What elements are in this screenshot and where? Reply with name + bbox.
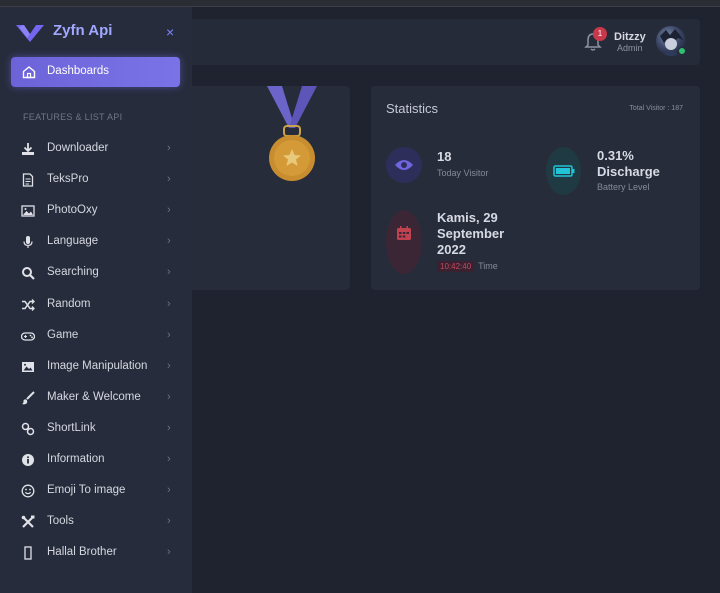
logo-icon[interactable]	[16, 23, 44, 43]
statistics-card: Statistics Total Visitor : 187 18 Today …	[371, 86, 700, 290]
battery-value: 0.31% Discharge	[597, 148, 660, 179]
picture-icon	[22, 362, 34, 372]
sidebar-item-information[interactable]: Information ›	[0, 448, 192, 472]
sidebar-item-tools[interactable]: Tools ›	[0, 510, 192, 534]
sidebar-item-dashboards[interactable]: Dashboards	[11, 57, 180, 87]
statistics-title: Statistics	[386, 101, 439, 116]
battery-icon	[546, 147, 581, 195]
chevron-right-icon: ›	[167, 422, 171, 434]
window-top-bar	[0, 0, 720, 7]
sidebar-item-label: TeksPro	[47, 173, 89, 185]
eye-icon	[386, 147, 422, 183]
sidebar-item-label: ShortLink	[47, 422, 96, 434]
sidebar-item-label: Language	[47, 235, 99, 247]
chevron-right-icon: ›	[167, 173, 171, 185]
sidebar-item-emoji-to-image[interactable]: Emoji To image ›	[0, 479, 192, 503]
document-icon	[22, 173, 34, 187]
today-visitor-value: 18	[437, 149, 452, 164]
chevron-right-icon: ›	[167, 484, 171, 496]
shuffle-icon	[22, 299, 35, 311]
sidebar-item-label: Image Manipulation	[47, 360, 148, 372]
time-value: 10:42:40	[437, 261, 475, 272]
sidebar-item-label: Emoji To image	[47, 484, 126, 496]
online-status-dot	[678, 47, 686, 55]
chevron-right-icon: ›	[167, 360, 171, 372]
image-icon	[21, 205, 35, 217]
section-title: FEATURES & LIST API	[23, 112, 123, 122]
chevron-right-icon: ›	[167, 329, 171, 341]
sidebar-item-label: PhotoOxy	[47, 204, 98, 216]
bracket-icon	[24, 546, 32, 560]
sidebar-item-label: Random	[47, 298, 91, 310]
chevron-right-icon: ›	[167, 515, 171, 527]
user-name[interactable]: Ditzzy	[614, 31, 646, 43]
time-row: 10:42:40 Time	[437, 261, 498, 272]
microphone-icon	[23, 236, 33, 248]
search-icon	[22, 267, 35, 280]
chevron-right-icon: ›	[167, 453, 171, 465]
today-visitor-label: Today Visitor	[437, 168, 489, 178]
battery-label: Battery Level	[597, 182, 650, 192]
chevron-right-icon: ›	[167, 546, 171, 558]
welcome-card	[172, 86, 350, 290]
total-visitor: Total Visitor : 187	[629, 105, 683, 112]
sidebar-item-maker-welcome[interactable]: Maker & Welcome ›	[0, 386, 192, 410]
user-role: Admin	[617, 43, 643, 53]
sidebar-item-shortlink[interactable]: ShortLink ›	[0, 417, 192, 441]
home-icon	[22, 66, 36, 79]
sidebar-item-hallal-brother[interactable]: Hallal Brother ›	[0, 541, 192, 565]
sidebar-item-tekspro[interactable]: TeksPro ›	[0, 168, 192, 192]
sidebar-item-label: Game	[47, 329, 79, 341]
smile-icon	[21, 484, 35, 498]
brush-icon	[21, 391, 35, 405]
sidebar-item-label: Dashboards	[47, 65, 110, 77]
chevron-right-icon: ›	[167, 266, 171, 278]
close-icon[interactable]: ×	[166, 24, 174, 40]
sidebar-item-label: Information	[47, 453, 105, 465]
medal-icon	[267, 86, 317, 181]
link-icon	[21, 422, 35, 436]
info-icon	[22, 454, 34, 466]
sidebar: Zyfn Api × Dashboards FEATURES & LIST AP…	[0, 7, 192, 593]
notification-badge: 1	[593, 27, 607, 41]
chevron-right-icon: ›	[167, 235, 171, 247]
download-icon	[22, 143, 34, 155]
chevron-right-icon: ›	[167, 391, 171, 403]
sidebar-item-label: Searching	[47, 266, 99, 278]
chevron-right-icon: ›	[167, 204, 171, 216]
sidebar-item-label: Tools	[47, 515, 74, 527]
tools-icon	[21, 515, 35, 528]
top-navbar: 1 Ditzzy Admin	[172, 19, 700, 65]
chevron-right-icon: ›	[167, 298, 171, 310]
calendar-icon	[386, 210, 422, 274]
sidebar-item-label: Downloader	[47, 142, 109, 154]
sidebar-item-language[interactable]: Language ›	[0, 230, 192, 254]
brand-name[interactable]: Zyfn Api	[53, 22, 112, 39]
sidebar-item-label: Hallal Brother	[47, 546, 117, 558]
sidebar-item-image-manipulation[interactable]: Image Manipulation ›	[0, 355, 192, 379]
time-label: Time	[478, 261, 498, 271]
gamepad-icon	[21, 332, 35, 341]
sidebar-item-photooxy[interactable]: PhotoOxy ›	[0, 199, 192, 223]
sidebar-item-downloader[interactable]: Downloader ›	[0, 137, 192, 161]
chevron-right-icon: ›	[167, 142, 171, 154]
sidebar-item-random[interactable]: Random ›	[0, 293, 192, 317]
sidebar-item-searching[interactable]: Searching ›	[0, 261, 192, 285]
sidebar-item-game[interactable]: Game ›	[0, 324, 192, 348]
sidebar-item-label: Maker & Welcome	[47, 391, 141, 403]
date-value: Kamis, 29 September 2022	[437, 210, 505, 257]
